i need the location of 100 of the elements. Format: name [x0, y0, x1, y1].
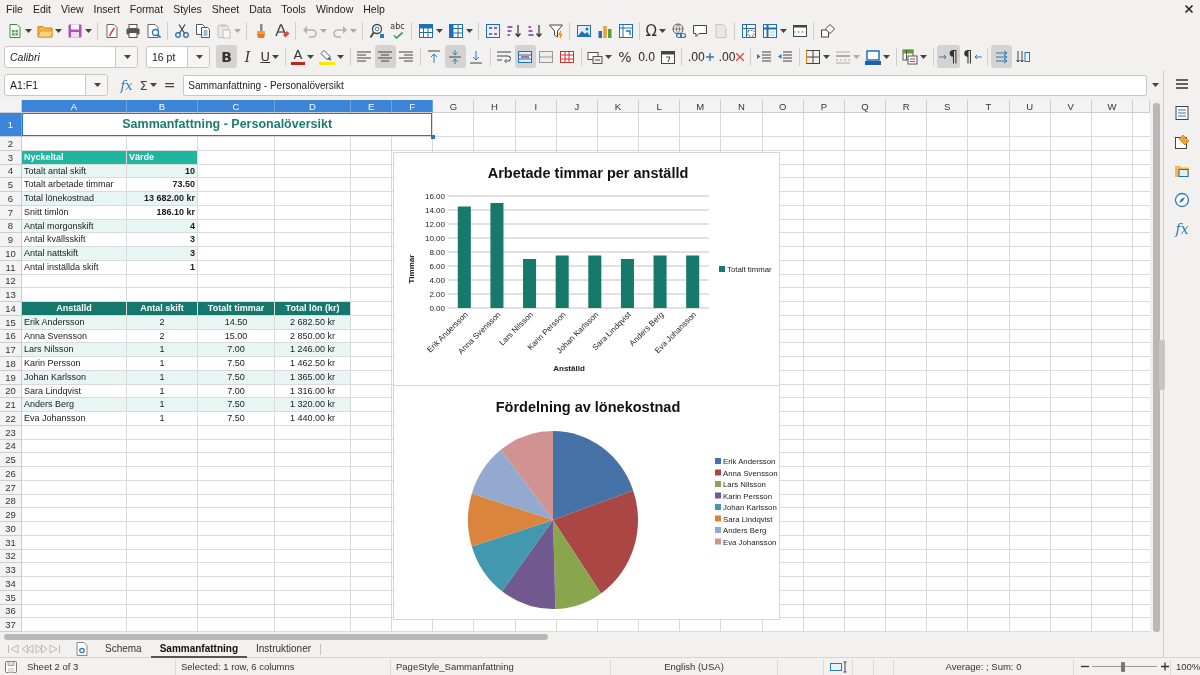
row-header[interactable]: 33: [0, 563, 22, 577]
row-header[interactable]: 1: [0, 113, 22, 137]
bold-button[interactable]: B: [216, 45, 237, 68]
row-header[interactable]: 10: [0, 247, 22, 261]
scrollbar-thumb[interactable]: [4, 633, 548, 640]
row-header[interactable]: 13: [0, 288, 22, 302]
row-header[interactable]: 22: [0, 412, 22, 426]
row-header[interactable]: 5: [0, 178, 22, 192]
row-header[interactable]: 17: [0, 343, 22, 357]
column-header[interactable]: E: [351, 100, 393, 113]
increase-indent-icon: [756, 48, 773, 65]
menu-item[interactable]: Data: [244, 0, 277, 18]
menu-item[interactable]: Tools: [276, 0, 311, 18]
arrow-left-icon: [973, 53, 982, 60]
functions-button[interactable]: fx: [1170, 217, 1194, 241]
sidebar-handle[interactable]: [1159, 340, 1165, 390]
row-header[interactable]: 21: [0, 398, 22, 412]
caret-icon: [853, 54, 861, 59]
previous-sheet-icon: [20, 643, 34, 655]
sheet-tab[interactable]: Instruktioner: [247, 640, 321, 658]
dropdown-button[interactable]: [85, 75, 107, 95]
merge-center-button[interactable]: [514, 45, 536, 68]
column-header[interactable]: F: [392, 100, 434, 113]
percent-format-button[interactable]: %: [614, 45, 636, 68]
column-header[interactable]: V: [1050, 100, 1092, 113]
column-header[interactable]: P: [803, 100, 845, 113]
font-name-field[interactable]: Calibri: [4, 45, 138, 68]
column-header[interactable]: N: [721, 100, 763, 113]
number-format-button[interactable]: 0.0: [635, 45, 658, 68]
left-to-right-button[interactable]: ¶: [936, 45, 961, 68]
row-header[interactable]: 37: [0, 618, 22, 632]
zoom-in-button[interactable]: [1160, 662, 1169, 671]
row-header[interactable]: 29: [0, 508, 22, 522]
column-header[interactable]: G: [433, 100, 475, 113]
menu-item[interactable]: Edit: [27, 0, 56, 18]
column-header[interactable]: U: [1009, 100, 1051, 113]
sum-button[interactable]: Σ: [137, 73, 160, 97]
special-character-button[interactable]: Ω: [643, 19, 669, 42]
conditional-format-icon: [902, 48, 919, 65]
row-header[interactable]: 9: [0, 233, 22, 247]
column-header[interactable]: O: [762, 100, 804, 113]
menu-item[interactable]: Window: [310, 0, 359, 18]
font-color-button[interactable]: A: [288, 45, 317, 68]
column-header[interactable]: J: [556, 100, 598, 113]
add-decimal-button[interactable]: .00: [685, 45, 717, 68]
text-direction-button[interactable]: [991, 45, 1012, 68]
menu-item[interactable]: Format: [124, 0, 169, 18]
column-header[interactable]: W: [1091, 100, 1133, 113]
formula-input-field[interactable]: Sammanfattning - Personalöversikt: [183, 74, 1147, 96]
statistics-status: Average: ; Sum: 0: [945, 661, 1022, 672]
formula-button[interactable]: =: [159, 73, 181, 97]
row-header[interactable]: 18: [0, 357, 22, 371]
spelling-button[interactable]: abc: [387, 19, 408, 42]
column-header[interactable]: Q: [844, 100, 887, 113]
menu-item[interactable]: File: [1, 0, 28, 18]
row-header[interactable]: 2: [0, 137, 22, 151]
row-header[interactable]: 14: [0, 302, 22, 316]
last-sheet-icon: [49, 643, 61, 655]
column-header[interactable]: R: [886, 100, 928, 113]
menu-item[interactable]: Insert: [88, 0, 125, 18]
row-header[interactable]: 25: [0, 453, 22, 467]
add-sheet-button[interactable]: [74, 641, 90, 657]
dropdown-button[interactable]: [115, 46, 137, 67]
row-header[interactable]: 26: [0, 467, 22, 481]
column-header[interactable]: L: [639, 100, 681, 113]
menu-item[interactable]: Sheet: [206, 0, 245, 18]
column-header[interactable]: M: [680, 100, 722, 113]
function-wizard-button[interactable]: fx: [116, 73, 137, 97]
column-header[interactable]: C: [198, 100, 275, 113]
sheet-tab[interactable]: Sammanfattning: [150, 640, 248, 658]
column-header[interactable]: H: [474, 100, 516, 113]
column-header[interactable]: K: [597, 100, 640, 113]
row-header[interactable]: 30: [0, 522, 22, 536]
highlighter-icon: [319, 48, 335, 65]
slider-thumb[interactable]: [1121, 661, 1126, 672]
row-header[interactable]: 34: [0, 577, 22, 591]
menu-item[interactable]: Styles: [168, 0, 207, 18]
name-box-field[interactable]: A1:F1: [4, 74, 108, 96]
align-middle-button[interactable]: [444, 45, 466, 68]
align-middle-icon: [447, 48, 463, 65]
axis-tick-label: 0.00: [429, 304, 445, 313]
underline-button[interactable]: U: [258, 45, 282, 68]
fill-handle[interactable]: [431, 135, 435, 139]
column-header[interactable]: D: [275, 100, 351, 113]
font-size-field[interactable]: 16 pt: [146, 45, 210, 68]
italic-button[interactable]: I: [237, 45, 258, 68]
delete-decimal-button[interactable]: .00: [716, 45, 747, 68]
column-header[interactable]: T: [968, 100, 1010, 113]
column-header[interactable]: S: [927, 100, 969, 113]
row-header[interactable]: 6: [0, 192, 22, 206]
menu-item[interactable]: View: [56, 0, 89, 18]
sheet-tab[interactable]: Schema: [96, 640, 151, 658]
close-document-button[interactable]: [1182, 2, 1196, 16]
menu-item[interactable]: Help: [358, 0, 390, 18]
column-header[interactable]: A: [22, 100, 127, 113]
dropdown-button[interactable]: [187, 46, 209, 67]
spreadsheet-grid[interactable]: [0, 100, 1150, 632]
right-to-left-button[interactable]: ¶: [960, 45, 984, 68]
column-header[interactable]: I: [515, 100, 557, 113]
column-header[interactable]: B: [127, 100, 198, 113]
